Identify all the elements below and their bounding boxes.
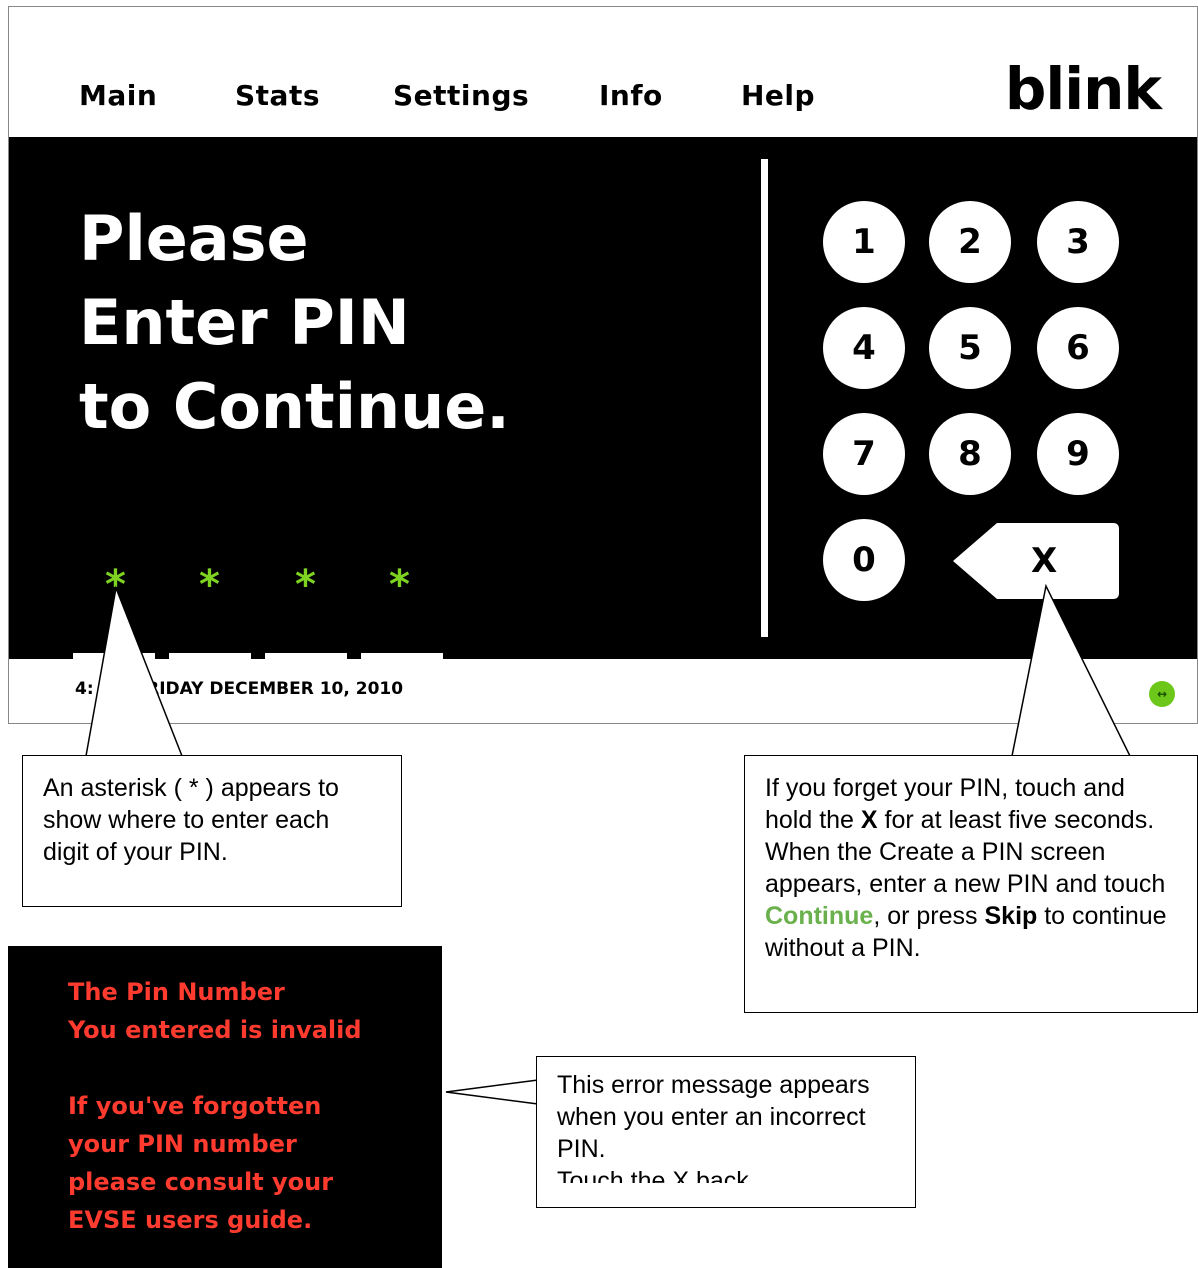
asterisk-callout-pointer bbox=[85, 585, 184, 757]
forgot-x-key: X bbox=[860, 806, 878, 834]
error-callout-pointer bbox=[445, 1079, 539, 1105]
forgot-continue-label: Continue bbox=[765, 902, 874, 930]
forgot-text-3: , or press bbox=[873, 902, 985, 930]
forgot-callout-pointer bbox=[1011, 583, 1132, 757]
error-callout-cut-line: Touch the X back bbox=[557, 1167, 749, 1183]
asterisk-callout: An asterisk ( * ) appears to show where … bbox=[22, 755, 402, 907]
error-callout: This error message appears when you ente… bbox=[536, 1056, 916, 1208]
error-callout-text: This error message appears when you ente… bbox=[557, 1071, 870, 1163]
forgot-skip-label: Skip bbox=[984, 902, 1038, 930]
error-callout-cut-text: Touch the X back bbox=[557, 1165, 895, 1183]
forgot-pin-callout: If you forget your PIN, touch and hold t… bbox=[744, 755, 1198, 1013]
